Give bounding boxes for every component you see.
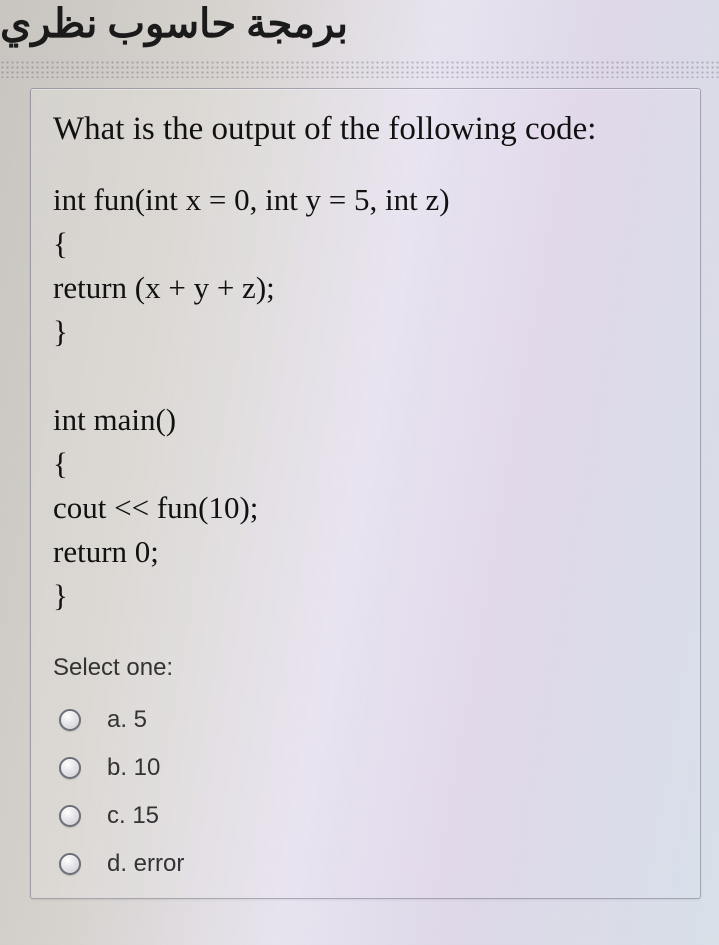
option-a-label: a. 5	[107, 706, 147, 734]
question-prompt: What is the output of the following code…	[53, 109, 678, 150]
divider	[0, 60, 719, 78]
option-c-label: c. 15	[107, 802, 159, 830]
option-b-label: b. 10	[107, 754, 160, 782]
header-title: برمجة حاسوب نظري	[0, 0, 348, 47]
option-c[interactable]: c. 15	[53, 792, 678, 840]
page-header: برمجة حاسوب نظري	[0, 0, 719, 60]
select-one-label: Select one:	[53, 654, 678, 682]
option-b[interactable]: b. 10	[53, 744, 678, 792]
option-d-radio[interactable]	[59, 853, 81, 875]
code-block: int fun(int x = 0, int y = 5, int z) { r…	[53, 178, 678, 618]
answers-section: Select one: a. 5 b. 10 c. 15 d. error	[53, 650, 678, 888]
option-a-radio[interactable]	[59, 709, 81, 731]
option-c-radio[interactable]	[59, 805, 81, 827]
option-d[interactable]: d. error	[53, 840, 678, 888]
question-card: What is the output of the following code…	[30, 88, 701, 899]
option-b-radio[interactable]	[59, 757, 81, 779]
option-a[interactable]: a. 5	[53, 696, 678, 744]
option-d-label: d. error	[107, 850, 184, 878]
content-wrap: What is the output of the following code…	[0, 88, 719, 899]
